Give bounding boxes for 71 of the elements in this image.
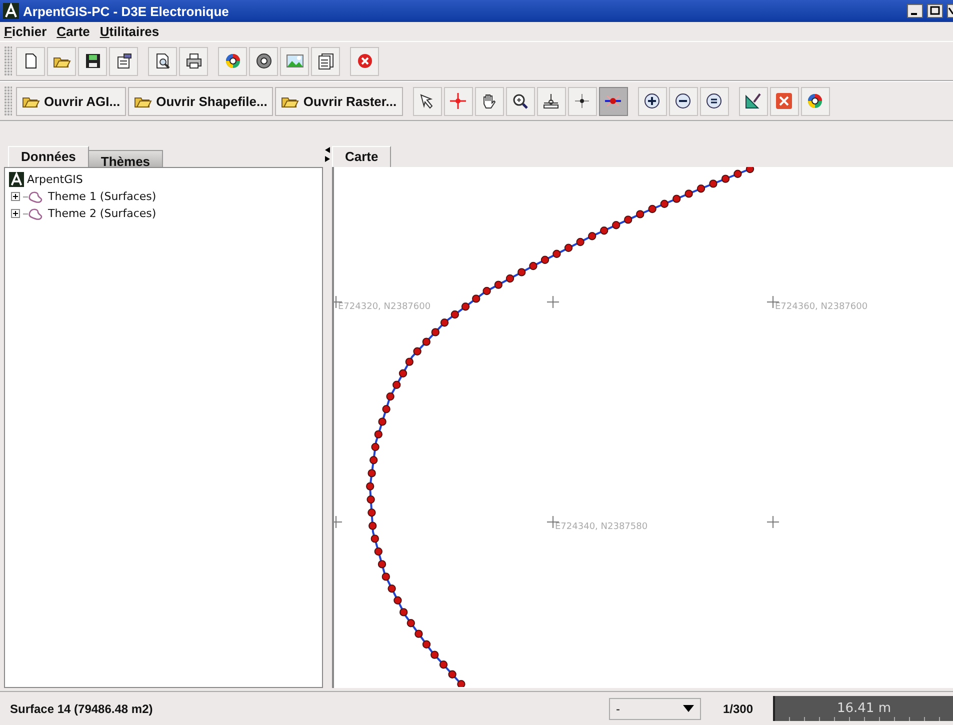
grid-cross-icon	[546, 296, 560, 308]
toolbar-button[interactable]	[16, 46, 45, 76]
toolbar-button[interactable]	[179, 46, 208, 76]
menu-item[interactable]: Carte	[56, 24, 90, 39]
tool-button[interactable]	[474, 86, 504, 116]
toolbar-button[interactable]	[148, 46, 177, 76]
tool-button[interactable]	[800, 86, 830, 116]
zoom-plus-icon	[643, 92, 662, 110]
splitter-arrows-icon[interactable]	[325, 147, 330, 163]
grid-cross-icon	[766, 516, 780, 528]
app-logo-icon	[3, 3, 19, 19]
open-button[interactable]: Ouvrir Raster...	[275, 86, 403, 116]
app-logo-icon	[9, 172, 24, 187]
zoom-in-icon	[511, 92, 530, 110]
dropdown-arrow-icon	[683, 705, 694, 712]
toolbar-button[interactable]	[109, 46, 138, 76]
zoom-minus-icon	[674, 92, 692, 110]
close-icon[interactable]	[947, 4, 953, 18]
scale-bar: 16.41 m	[773, 696, 953, 721]
zoom-reset-icon	[705, 92, 724, 110]
tool-button[interactable]	[668, 86, 698, 116]
tool-button[interactable]	[700, 86, 729, 116]
toolbar-button[interactable]	[311, 46, 340, 76]
coordinate-label: E724360, N2387600	[775, 302, 868, 312]
printer-icon	[184, 52, 202, 70]
toolbar-button[interactable]	[78, 46, 107, 76]
tree-item[interactable]: Theme 2 (Surfaces)	[48, 207, 156, 220]
scale-ratio: 1/300	[723, 702, 754, 716]
menu-item[interactable]: Fichier	[4, 24, 47, 39]
document-list-icon	[316, 52, 334, 70]
color-wheel-icon	[224, 52, 242, 70]
crosshair-icon	[449, 92, 468, 110]
maximize-icon[interactable]	[927, 4, 943, 18]
tool-button[interactable]	[598, 86, 628, 116]
toolbar-grip[interactable]	[4, 86, 12, 116]
stop-icon	[356, 52, 374, 70]
tool-button[interactable]	[506, 86, 535, 116]
minimize-icon[interactable]	[907, 4, 923, 18]
expand-icon[interactable]	[11, 209, 20, 218]
toolbar-button[interactable]	[218, 46, 247, 76]
grid-cross-icon	[334, 516, 342, 528]
polygon-layer-icon	[23, 208, 45, 220]
open-button[interactable]: Ouvrir Shapefile...	[128, 86, 274, 116]
move-arrows-icon	[573, 92, 592, 110]
print-preview-icon	[154, 52, 172, 70]
menu-item[interactable]: Utilitaires	[100, 24, 160, 39]
tool-button[interactable]	[412, 86, 442, 116]
open-button[interactable]: Ouvrir AGI...	[16, 86, 126, 116]
map-tab[interactable]: Carte	[332, 146, 392, 167]
tool-button[interactable]	[536, 86, 566, 116]
status-message: Surface 14 (79486.48 m2)	[10, 702, 154, 716]
delete-icon	[775, 92, 794, 110]
toolbar-button[interactable]	[249, 46, 278, 76]
tree-item[interactable]: Theme 1 (Surfaces)	[48, 190, 156, 203]
coordinate-label: E724340, N2387580	[555, 522, 648, 532]
coordinate-label: E724320, N2387600	[338, 302, 431, 312]
landscape-icon	[286, 52, 304, 70]
polygon-layer-icon	[23, 190, 45, 202]
panel-tab[interactable]: Données	[8, 146, 89, 167]
tree-item[interactable]: ArpentGIS	[27, 173, 83, 186]
expand-icon[interactable]	[11, 192, 20, 201]
tool-button[interactable]	[738, 86, 768, 116]
panel-tab[interactable]: Thèmes	[88, 150, 164, 167]
toolbar-grip[interactable]	[4, 46, 12, 76]
properties-icon	[114, 52, 132, 70]
disc-icon	[254, 52, 272, 70]
tool-button[interactable]	[638, 86, 667, 116]
window-title: ArpentGIS-PC - D3E Electronique	[23, 4, 229, 18]
dropdown[interactable]: -	[609, 698, 701, 720]
color-wheel-icon	[806, 92, 824, 110]
ruler-icon	[542, 92, 560, 110]
